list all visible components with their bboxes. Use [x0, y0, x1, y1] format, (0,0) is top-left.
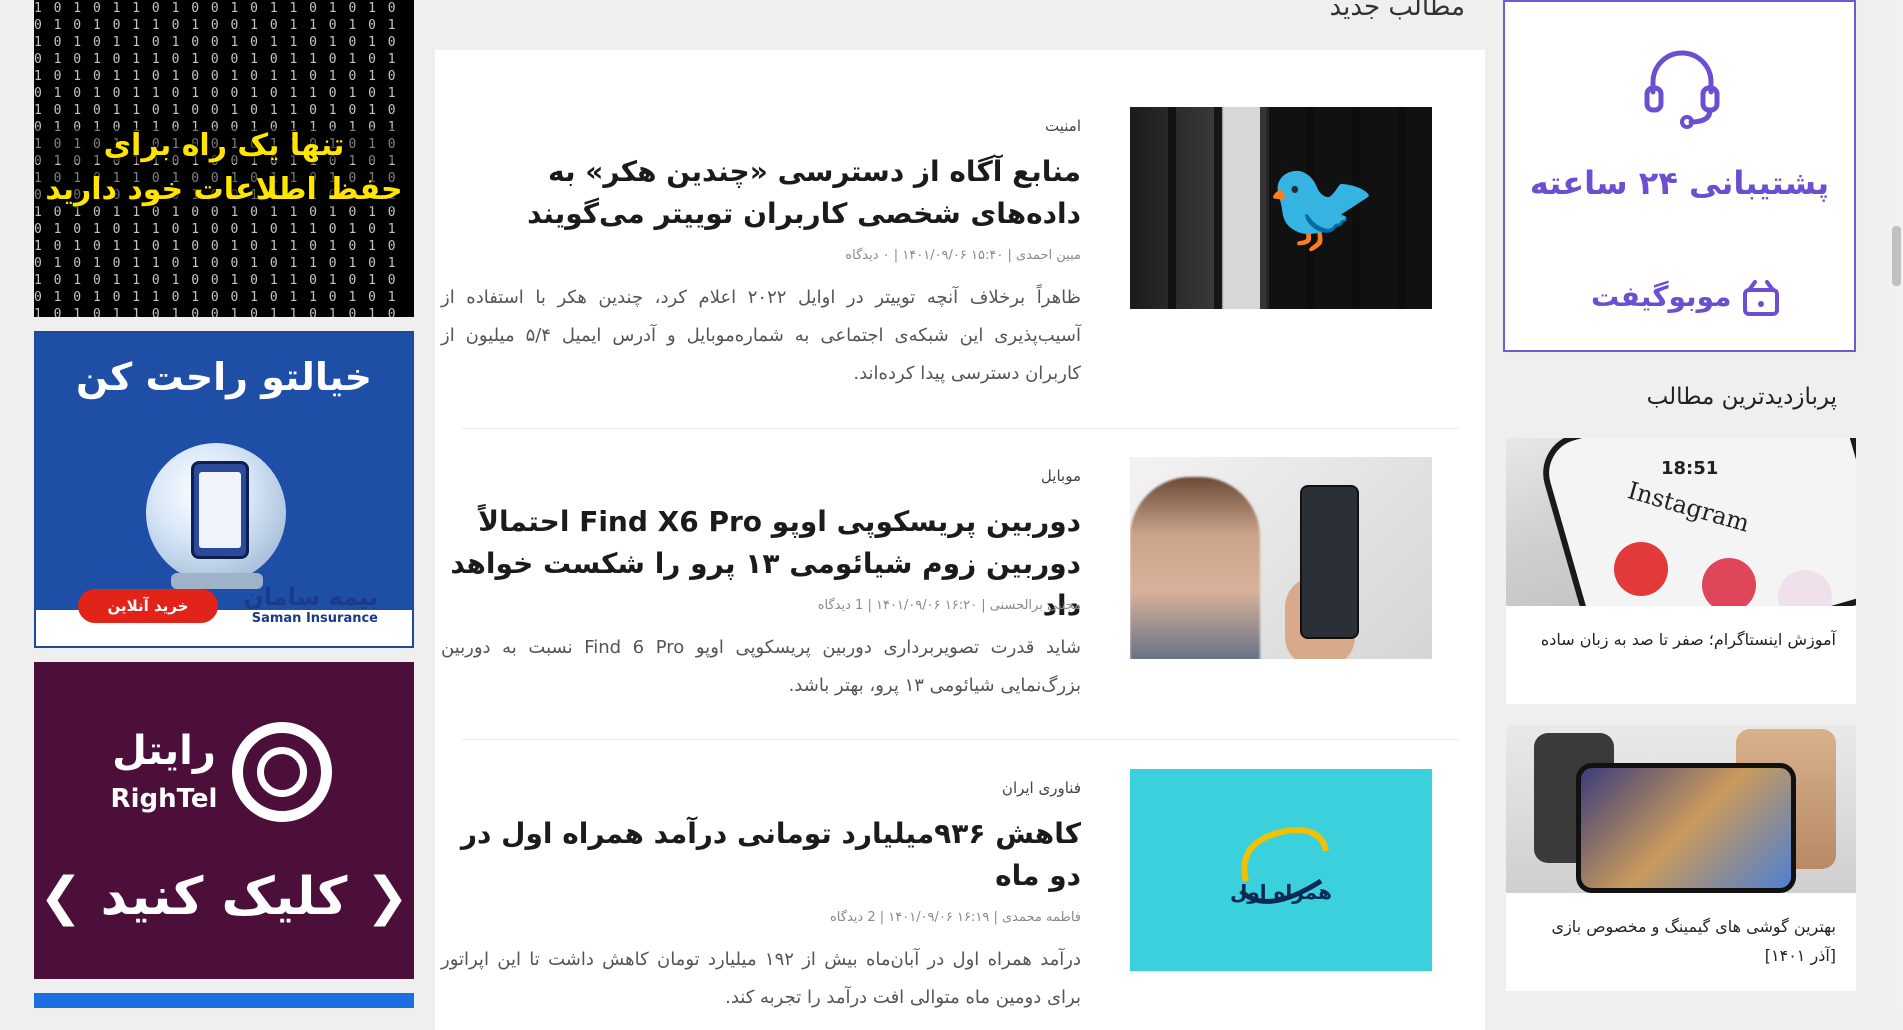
- popular-post-thumbnail[interactable]: [1506, 725, 1856, 893]
- app-icon: [1702, 558, 1756, 606]
- twitter-bird-icon: 🐦: [1265, 154, 1378, 259]
- popular-post-card[interactable]: بهترین گوشی های گیمینگ و مخصوص بازی [آذر…: [1506, 725, 1856, 991]
- gaming-phone-image: [1576, 763, 1796, 893]
- post-category[interactable]: امنیت: [1045, 117, 1081, 135]
- popular-posts-title: پربازدیدترین مطالب: [1646, 384, 1837, 410]
- ad-mobogift-support[interactable]: پشتیبانی ۲۴ ساعته موبوگیفت: [1503, 0, 1856, 352]
- post-title[interactable]: کاهش ۹۳۶میلیارد تومانی درآمد همراه اول د…: [441, 813, 1081, 897]
- post-meta: مبین احمدی | ۱۵:۴۰ ۱۴۰۱/۰۹/۰۶ | ۰ دیدگاه: [845, 248, 1081, 263]
- app-icon: [1614, 542, 1668, 596]
- ad2-headline: خیالتو راحت کن: [75, 355, 373, 399]
- scrollbar-thumb[interactable]: [1892, 226, 1901, 286]
- rightel-brand-en: RighTel: [110, 784, 218, 814]
- headset-icon: [1644, 50, 1720, 129]
- svg-text:همراه اول: همراه اول: [1230, 880, 1332, 904]
- post-item[interactable]: همراه اول فناوری ایران کاهش ۹۳۶میلیارد ت…: [441, 769, 1459, 1029]
- post-item[interactable]: 🐦 امنیت منابع آگاه از دسترسی «چندین هکر»…: [441, 107, 1459, 407]
- post-excerpt: ظاهراً برخلاف آنچه توییتر در اوایل ۲۰۲۲ …: [441, 287, 1081, 384]
- popular-post-thumbnail[interactable]: 18:51 Instagram: [1506, 438, 1856, 606]
- post-thumbnail[interactable]: 🐦: [1130, 107, 1432, 309]
- rightel-logo-icon: [232, 722, 332, 822]
- ad1-line2: حفظ اطلاعات خود دارید: [34, 172, 414, 207]
- divider: [462, 739, 1459, 740]
- post-item[interactable]: موبایل دوربین پریسکوپی اوپو Find X6 Pro …: [441, 457, 1459, 717]
- buy-online-button[interactable]: خرید آنلاین: [78, 589, 218, 623]
- post-category[interactable]: موبایل: [1041, 467, 1081, 485]
- ad-rightel[interactable]: رایتل RighTel ❮ کلیک کنید ❯: [34, 662, 414, 979]
- post-thumbnail[interactable]: همراه اول: [1130, 769, 1432, 971]
- support-ad-text: پشتیبانی ۲۴ ساعته: [1529, 164, 1830, 202]
- rightel-click-cta[interactable]: ❮ کلیک کنید ❯: [34, 867, 414, 927]
- section-title: مطالب جدید: [1329, 0, 1466, 22]
- saman-logo: بیمه سامان Saman Insurance: [243, 583, 378, 626]
- ad-security-banner[interactable]: 1 0 1 0 1 1 0 1 0 0 1 0 1 1 0 1 0 1 0 0 …: [34, 0, 414, 317]
- mobogift-brand: موبوگیفت: [1591, 280, 1732, 313]
- ad1-line1: تنها یک راه برای: [34, 128, 414, 163]
- popular-post-caption[interactable]: آموزش اینستاگرام؛ صفر تا صد به زبان ساده: [1536, 625, 1836, 654]
- divider: [462, 428, 1459, 429]
- post-category[interactable]: فناوری ایران: [1002, 779, 1081, 797]
- ad-saman-insurance[interactable]: خیالتو راحت کن خرید آنلاین بیمه سامان Sa…: [34, 331, 414, 648]
- gift-box-icon: [1743, 280, 1779, 316]
- post-meta: فاطمه محمدی | ۱۶:۱۹ ۱۴۰۱/۰۹/۰۶ | 2 دیدگا…: [830, 910, 1081, 925]
- phone-image: [1300, 485, 1359, 639]
- rightel-brand-fa: رایتل: [112, 728, 216, 774]
- phone-image: [191, 461, 249, 559]
- post-thumbnail[interactable]: [1130, 457, 1432, 659]
- post-excerpt: شاید قدرت تصویربرداری دوربین پریسکوپی او…: [441, 637, 1081, 696]
- latest-posts-list: 🐦 امنیت منابع آگاه از دسترسی «چندین هکر»…: [435, 50, 1485, 1030]
- post-excerpt: درآمد همراه اول در آبان‌ماه بیش از ۱۹۲ م…: [441, 949, 1081, 1008]
- hamrah-aval-logo-icon: همراه اول: [1230, 827, 1332, 904]
- page-scrollbar[interactable]: [1889, 0, 1903, 1008]
- popular-post-caption[interactable]: بهترین گوشی های گیمینگ و مخصوص بازی [آذر…: [1536, 912, 1836, 970]
- post-title[interactable]: منابع آگاه از دسترسی «چندین هکر» به داده…: [441, 151, 1081, 235]
- popular-post-card[interactable]: 18:51 Instagram آموزش اینستاگرام؛ صفر تا…: [1506, 438, 1856, 704]
- ad-next-banner[interactable]: [34, 993, 414, 1008]
- post-meta: مجتبی برالحسنی | ۱۶:۲۰ ۱۴۰۱/۰۹/۰۶ | 1 دی…: [817, 598, 1081, 613]
